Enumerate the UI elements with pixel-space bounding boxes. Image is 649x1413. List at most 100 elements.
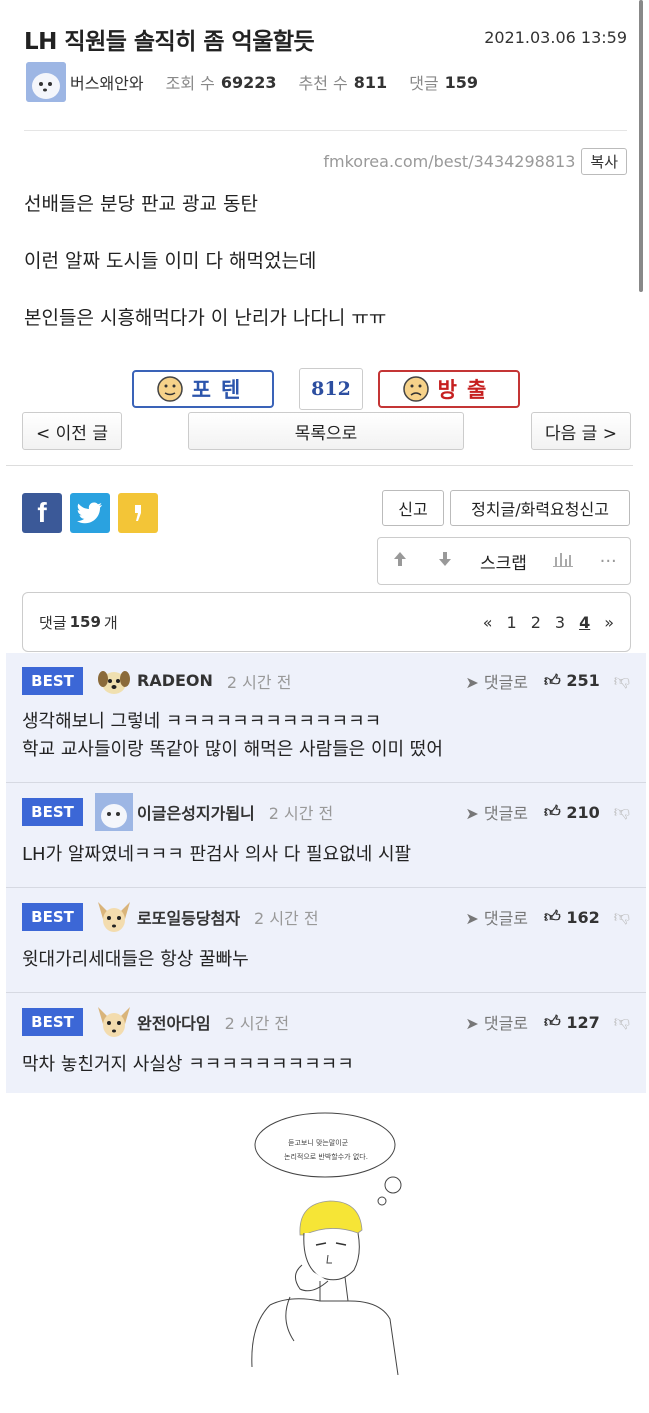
like-count: 127 (566, 1012, 600, 1032)
pager-page[interactable]: 1 (507, 613, 517, 632)
comment-author[interactable]: 완전아다임 (137, 1010, 211, 1034)
thumbs-up-icon: 👍︎ (544, 1012, 561, 1031)
author-avatar[interactable] (26, 62, 66, 102)
upvote-button[interactable]: 포텐 (132, 370, 274, 408)
reply-button[interactable]: ➤ 댓글로 (465, 800, 528, 824)
copy-url-button[interactable]: 복사 (581, 148, 627, 175)
post-tools: 스크랩 ··· (377, 537, 631, 585)
pager-last[interactable]: » (604, 613, 614, 632)
comments-count: 159 (444, 72, 479, 92)
next-post-button[interactable]: 다음 글 > (531, 412, 631, 450)
comment-body: 생각해보니 그렇네 ㅋㅋㅋㅋㅋㅋㅋㅋㅋㅋㅋㅋㅋ 학교 교사들이랑 똑같아 많이 … (22, 708, 630, 776)
post-url[interactable]: fmkorea.com/best/3434298813 (323, 152, 575, 171)
like-count: 210 (566, 802, 600, 822)
best-badge: BEST (22, 666, 83, 695)
reply-label: 댓글로 (483, 672, 529, 692)
comment-body: LH가 알짜였네ㅋㅋㅋ 판검사 의사 다 필요없네 시팔 (22, 841, 630, 881)
comment-count-suffix: 개 (103, 613, 118, 632)
comment-time: 2 시간 전 (226, 672, 292, 692)
thumbs-up-icon: 👍︎ (544, 802, 561, 821)
comment-line: LH가 알짜였네ㅋㅋㅋ 판검사 의사 다 필요없네 시팔 (22, 844, 412, 865)
chihuahua-avatar-icon[interactable] (95, 898, 133, 936)
like-button[interactable]: 👍︎ 251 (544, 671, 600, 691)
comment-time: 2 시간 전 (224, 1014, 290, 1033)
comment-author[interactable]: RADEON (137, 671, 213, 690)
like-button[interactable]: 👍︎ 127 (544, 1012, 600, 1032)
comment-body: 윗대가리세대들은 항상 꿀빠누 (22, 946, 630, 986)
kakao-share-icon[interactable] (118, 493, 158, 533)
thumbs-up-face-icon (156, 376, 183, 402)
post-url-row: fmkorea.com/best/3434298813 복사 (323, 148, 627, 175)
comment-count-prefix: 댓글 (39, 613, 67, 632)
pager-page[interactable]: 2 (531, 613, 541, 632)
thumbs-down-icon[interactable]: 👎︎ (614, 671, 630, 691)
like-button[interactable]: 👍︎ 210 (544, 802, 600, 822)
downvote-button[interactable]: 방출 (378, 370, 520, 408)
comment-line: 생각해보니 그렇네 ㅋㅋㅋㅋㅋㅋㅋㅋㅋㅋㅋㅋㅋ (22, 711, 382, 732)
report-button[interactable]: 신고 (382, 490, 444, 526)
pager-page[interactable]: 3 (555, 613, 565, 632)
pager-first[interactable]: « (483, 613, 493, 632)
comment-count: 159 (69, 613, 101, 631)
thumbs-up-icon: 👍︎ (544, 907, 561, 926)
vote-count: 812 (299, 368, 363, 410)
reply-button[interactable]: ➤ 댓글로 (465, 905, 528, 929)
post-navigation: < 이전 글 목록으로 다음 글 > (22, 412, 631, 450)
comment-author[interactable]: 이글은성지가됩니 (137, 800, 255, 824)
comment-item: BEST 완전아다임 2 시간 전 ➤ 댓글로 👍︎ 127 👎︎ 막차 놓친거… (6, 993, 646, 1093)
bubble-line: 논리적으로 반박할수가 없다. (284, 1152, 368, 1161)
arrow-up-icon[interactable] (391, 550, 409, 573)
like-button[interactable]: 👍︎ 162 (544, 907, 600, 927)
thumbs-down-icon[interactable]: 👎︎ (614, 907, 630, 927)
thumbs-down-icon[interactable]: 👎︎ (614, 802, 630, 822)
political-report-button[interactable]: 정치글/화력요청신고 (450, 490, 630, 526)
views-count: 69223 (220, 72, 277, 92)
best-badge: BEST (22, 798, 83, 826)
scrap-button[interactable]: 스크랩 (480, 549, 527, 574)
comment-line: 윗대가리세대들은 항상 꿀빠누 (22, 949, 249, 970)
comment-item: BEST 로또일등당첨자 2 시간 전 ➤ 댓글로 👍︎ 162 👎︎ 윗대가리… (6, 888, 646, 993)
avatar[interactable] (95, 793, 133, 831)
more-icon[interactable]: ··· (600, 551, 617, 572)
post-header: LH 직원들 솔직히 좀 억울할듯 2021.03.06 13:59 (24, 22, 627, 56)
reply-label: 댓글로 (483, 1014, 529, 1033)
comment-author[interactable]: 로또일등당첨자 (137, 905, 240, 929)
thumbs-down-icon[interactable]: 👎︎ (614, 1012, 630, 1032)
like-count: 251 (566, 671, 600, 690)
thinking-man-illustration: 듣고보니 맞는말이군 논리적으로 반박할수가 없다. (230, 1105, 440, 1376)
comment-item: BEST 이글은성지가됩니 2 시간 전 ➤ 댓글로 👍︎ 210 👎︎ LH가… (6, 783, 646, 888)
post-line: 본인들은 시흥해먹다가 이 난리가 나다니 ㅠㅠ (24, 307, 387, 329)
dog-avatar-icon[interactable] (95, 662, 133, 700)
like-count: 162 (566, 907, 600, 927)
list-button[interactable]: 목록으로 (188, 412, 464, 450)
stats-icon[interactable] (553, 551, 574, 572)
comment-item: BEST RADEON 2 시간 전 ➤ 댓글로 👍︎ 251 👎︎ 생각해보니… (6, 653, 646, 783)
comment-line: 학교 교사들이랑 똑같아 많이 해먹은 사람들은 이미 떴어 (22, 739, 443, 760)
comment-line: 막차 놓친거지 사실상 ㅋㅋㅋㅋㅋㅋㅋㅋㅋㅋ (22, 1054, 354, 1075)
arrow-down-icon[interactable] (436, 550, 454, 573)
author-name[interactable]: 버스왜안와 (70, 70, 144, 94)
facebook-share-icon[interactable]: f (22, 493, 62, 533)
twitter-share-icon[interactable] (70, 493, 110, 533)
downvote-label: 방출 (437, 378, 497, 402)
comment-body: 막차 놓친거지 사실상 ㅋㅋㅋㅋㅋㅋㅋㅋㅋㅋ (22, 1051, 630, 1091)
pager-current-page[interactable]: 4 (579, 613, 590, 632)
post-meta: 버스왜안와 조회 수 69223 추천 수 811 댓글 159 (26, 62, 478, 102)
prev-post-button[interactable]: < 이전 글 (22, 412, 122, 450)
vote-row: 포텐 812 방출 (132, 368, 520, 410)
comment-count-bar: 댓글 159 개 « 1 2 3 4 » (22, 592, 631, 652)
thumbs-down-face-icon (402, 376, 429, 402)
post-line: 선배들은 분당 판교 광교 동탄 (24, 193, 258, 215)
upvote-label: 포텐 (191, 378, 251, 402)
reply-button[interactable]: ➤ 댓글로 (465, 669, 528, 693)
chihuahua-avatar-icon[interactable] (95, 1003, 133, 1041)
share-buttons: f (22, 493, 166, 533)
recommend-label: 추천 수 (298, 74, 348, 93)
comment-time: 2 시간 전 (254, 909, 319, 928)
scrollbar-thumb[interactable] (639, 0, 643, 292)
views-label: 조회 수 (165, 74, 215, 93)
reply-button[interactable]: ➤ 댓글로 (465, 1010, 528, 1034)
comments-label: 댓글 (409, 74, 439, 93)
comment-pager: « 1 2 3 4 » (469, 613, 614, 632)
thumbs-up-icon: 👍︎ (544, 670, 561, 690)
